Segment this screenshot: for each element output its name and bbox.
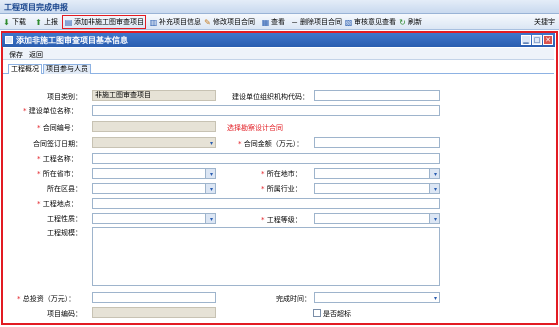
- province-select[interactable]: ▾: [92, 168, 216, 179]
- review-opinion-label: 审核意见查看: [354, 18, 396, 26]
- overdue-label: 是否超标: [323, 310, 351, 318]
- chevron-down-icon: ▾: [433, 171, 437, 178]
- contract-no-field[interactable]: [92, 121, 216, 132]
- window-controls: ▁ □ ✕: [521, 35, 553, 45]
- industry-label: * 所属行业：: [261, 185, 302, 193]
- window-icon: [5, 36, 13, 44]
- calendar-dropdown-icon[interactable]: ▾: [210, 139, 213, 148]
- overdue-checkbox[interactable]: [313, 309, 321, 317]
- delete-contract-label: 删除项目合同: [300, 18, 342, 26]
- download-label: 下载: [12, 18, 26, 26]
- contract-amount-label: * 合同金额（万元）：: [238, 140, 304, 148]
- refresh-label: 刷新: [408, 18, 422, 26]
- chevron-down-icon: ▾: [433, 186, 437, 193]
- review-icon: ▧: [344, 17, 353, 27]
- project-name-field[interactable]: [92, 153, 440, 164]
- supplement-info-button[interactable]: ▥ 补充项目信息: [149, 16, 201, 28]
- minimize-icon[interactable]: ▁: [521, 35, 531, 45]
- add-non-review-project-label: 添加非施工图审查项目: [74, 18, 144, 26]
- down-arrow-icon: ⬇: [3, 17, 10, 27]
- report-button[interactable]: ⬆ 上报: [34, 16, 58, 28]
- grade-select[interactable]: ▾: [314, 213, 440, 224]
- add-non-review-project-button[interactable]: ▤ 添加非施工图审查项目: [62, 15, 146, 29]
- project-type-label: 项目类别：: [47, 93, 82, 101]
- project-name-label: * 工程名称：: [37, 155, 78, 163]
- province-label: * 所在省市：: [37, 170, 78, 178]
- project-form: 项目类别： 非施工图审查项目 建设单位组织机构代码： * 建设单位名称： * 合…: [3, 75, 554, 323]
- add-doc-icon: ▤: [64, 17, 73, 27]
- contract-date-field[interactable]: ▾: [92, 137, 216, 148]
- finish-time-field[interactable]: ▾: [314, 292, 440, 303]
- review-opinion-button[interactable]: ▧ 审核意见查看: [344, 16, 396, 28]
- scale-textarea[interactable]: [92, 227, 440, 286]
- chevron-down-icon: ▾: [433, 216, 437, 223]
- finish-time-label: 完成时间：: [276, 295, 311, 303]
- contract-date-label: 合同签订日期：: [33, 140, 82, 148]
- city-label: * 所在地市：: [261, 170, 302, 178]
- current-user: 关捷宇: [534, 18, 555, 26]
- industry-select[interactable]: ▾: [314, 183, 440, 194]
- location-field[interactable]: [92, 198, 440, 209]
- supplement-info-label: 补充项目信息: [159, 18, 201, 26]
- app-root: 工程项目完成申报 ⬇ 下载 ⬆ 上报 ▤ 添加非施工图审查项目 ▥ 补充项目信息…: [0, 0, 559, 327]
- modify-contract-button[interactable]: ✎ 修改项目合同: [203, 16, 255, 28]
- contract-amount-field[interactable]: [314, 137, 440, 148]
- refresh-icon: ↻: [399, 17, 406, 27]
- delete-icon: −: [291, 17, 298, 27]
- dialog-actionbar: 保存 返回: [3, 48, 554, 60]
- save-button[interactable]: 保存: [9, 50, 23, 60]
- select-contract-link[interactable]: 选择勘察设计合同: [227, 123, 283, 133]
- app-titlebar: 工程项目完成申报: [0, 0, 559, 14]
- location-label: * 工程地点：: [37, 200, 78, 208]
- view-icon: ▦: [261, 17, 270, 27]
- project-code-label: 项目编码：: [47, 310, 82, 318]
- nature-select[interactable]: ▾: [92, 213, 216, 224]
- tab-overview[interactable]: 工程概况: [8, 64, 42, 74]
- project-type-field: 非施工图审查项目: [92, 90, 216, 101]
- edit-pen-icon: ✎: [204, 17, 211, 27]
- view-label: 查看: [271, 18, 285, 26]
- org-code-field[interactable]: [314, 90, 440, 101]
- nature-label: 工程性质：: [47, 215, 82, 223]
- city-select[interactable]: ▾: [314, 168, 440, 179]
- dialog-titlebar: 添加非施工图审查项目基本信息 ▁ □ ✕: [2, 33, 555, 47]
- app-title: 工程项目完成申报: [4, 3, 68, 12]
- dialog-title: 添加非施工图审查项目基本信息: [16, 36, 128, 45]
- calendar-dropdown-icon[interactable]: ▾: [434, 294, 437, 303]
- maximize-icon[interactable]: □: [532, 35, 542, 45]
- delete-contract-button[interactable]: − 删除项目合同: [290, 16, 342, 28]
- view-button[interactable]: ▦ 查看: [261, 16, 285, 28]
- chevron-down-icon: ▾: [209, 216, 213, 223]
- builder-name-label: * 建设单位名称：: [23, 107, 78, 115]
- total-invest-label: * 总投资（万元）：: [17, 295, 76, 303]
- total-invest-field[interactable]: [92, 292, 216, 303]
- download-button[interactable]: ⬇ 下载: [2, 16, 26, 28]
- grade-label: * 工程等级：: [261, 216, 302, 224]
- tab-strip: 工程概况 项目参与人员: [3, 62, 554, 74]
- up-arrow-icon: ⬆: [35, 17, 42, 27]
- close-icon[interactable]: ✕: [543, 35, 553, 45]
- back-button[interactable]: 返回: [29, 50, 43, 60]
- modify-contract-label: 修改项目合同: [213, 18, 255, 26]
- builder-name-field[interactable]: [92, 105, 440, 116]
- chevron-down-icon: ▾: [209, 171, 213, 178]
- district-label: 所在区县：: [47, 185, 82, 193]
- chevron-down-icon: ▾: [209, 186, 213, 193]
- report-label: 上报: [44, 18, 58, 26]
- refresh-button[interactable]: ↻ 刷新: [398, 16, 422, 28]
- main-toolbar: ⬇ 下载 ⬆ 上报 ▤ 添加非施工图审查项目 ▥ 补充项目信息 ✎ 修改项目合同…: [0, 14, 559, 30]
- project-code-field: [92, 307, 216, 318]
- district-select[interactable]: ▾: [92, 183, 216, 194]
- doc-plus-icon: ▥: [149, 17, 158, 27]
- scale-label: 工程规模：: [47, 229, 82, 237]
- org-code-label: 建设单位组织机构代码：: [232, 93, 309, 101]
- contract-no-label: * 合同编号：: [37, 124, 78, 132]
- tab-participants[interactable]: 项目参与人员: [43, 64, 91, 74]
